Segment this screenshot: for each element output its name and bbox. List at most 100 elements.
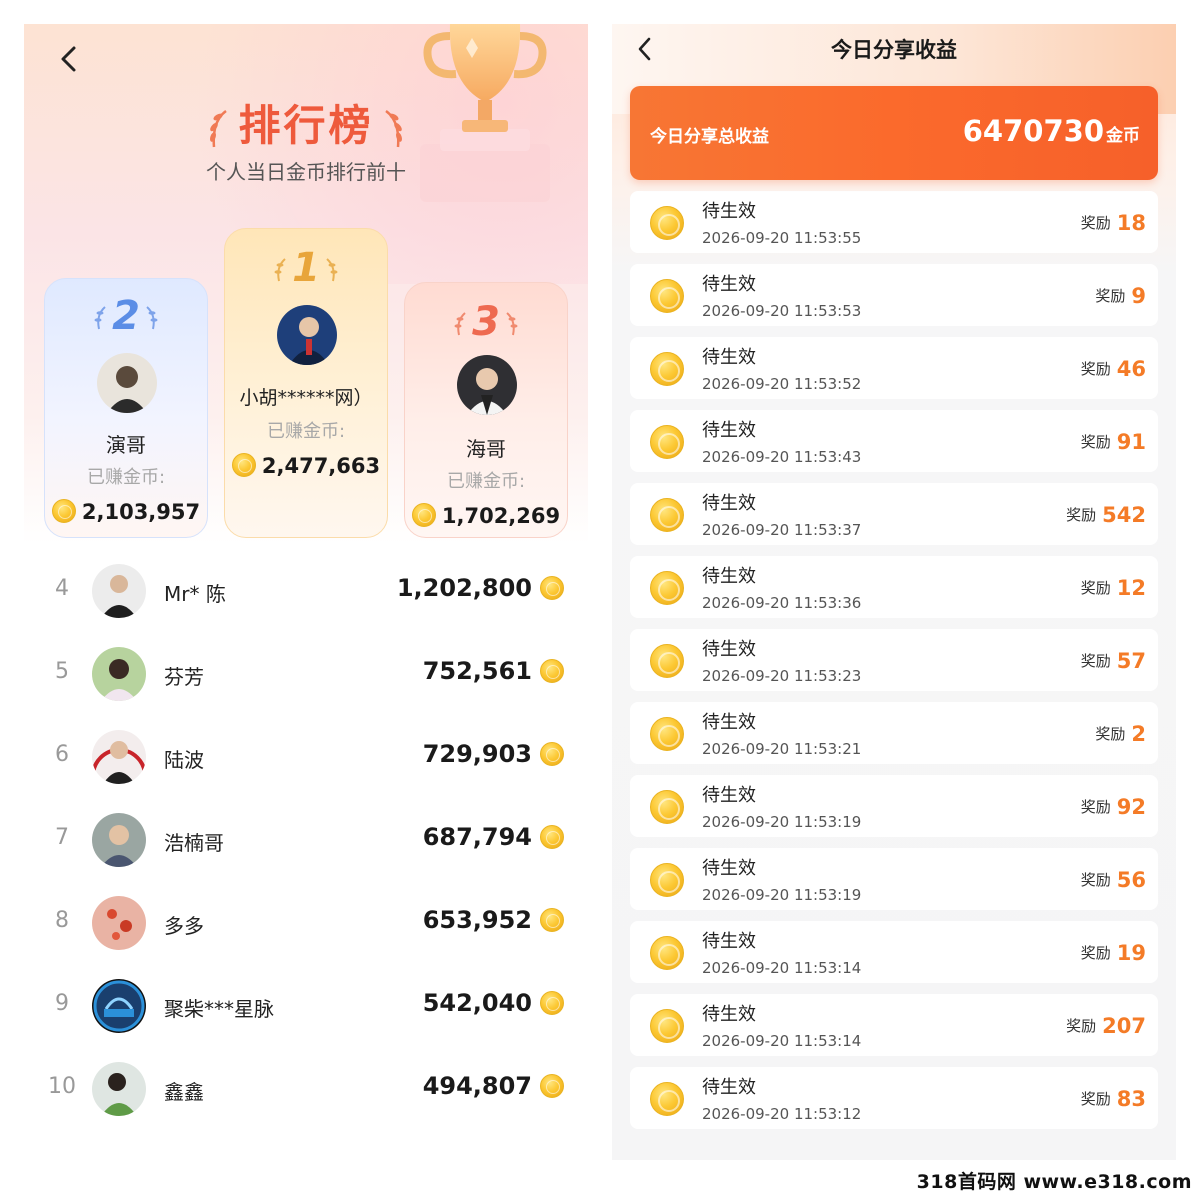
- reward-label: 奖励: [1095, 287, 1126, 305]
- back-button[interactable]: [54, 42, 84, 76]
- list-item[interactable]: 4 Mr* 陈 1,202,800: [24, 550, 588, 633]
- user-name: 芬芳: [164, 665, 204, 689]
- reward-value: 9: [1131, 284, 1146, 308]
- earning-record[interactable]: 待生效 2026-09-20 11:53:14 奖励 207: [630, 994, 1158, 1056]
- reward-label: 奖励: [1080, 360, 1111, 378]
- user-name: 鑫鑫: [164, 1080, 204, 1104]
- avatar: [92, 647, 146, 701]
- podium-earned-label: 已赚金币:: [266, 421, 346, 442]
- podium-rank-badge: 1: [225, 245, 387, 291]
- podium-earned-label: 已赚金币:: [86, 467, 166, 488]
- coin-amount: 542,040: [423, 989, 564, 1017]
- avatar: [277, 305, 337, 365]
- earning-record[interactable]: 待生效 2026-09-20 11:53:12 奖励 83: [630, 1067, 1158, 1129]
- list-item[interactable]: 6 陆波 729,903: [24, 716, 588, 799]
- podium-rank-badge: 2: [45, 293, 207, 339]
- earning-record[interactable]: 待生效 2026-09-20 11:53:36 奖励 12: [630, 556, 1158, 618]
- laurel-icon: [384, 109, 402, 147]
- gold-coin-icon: [650, 1082, 684, 1116]
- earning-record[interactable]: 待生效 2026-09-20 11:53:43 奖励 91: [630, 410, 1158, 472]
- record-time: 2026-09-20 11:53:21: [702, 740, 862, 758]
- list-item[interactable]: 10 鑫鑫 494,807: [24, 1048, 588, 1131]
- podium-third[interactable]: 3 海哥 已赚金币: 1,702,269: [404, 282, 568, 538]
- gold-coin-icon: [650, 352, 684, 386]
- reward-value: 92: [1116, 795, 1146, 819]
- list-item[interactable]: 5 芬芳 752,561: [24, 633, 588, 716]
- record-reward: 奖励 542: [1066, 503, 1146, 527]
- total-earnings-label: 今日分享总收益: [650, 127, 769, 147]
- reward-value: 12: [1116, 576, 1146, 600]
- record-status: 待生效: [702, 347, 756, 368]
- chevron-left-icon: [61, 46, 76, 72]
- gold-coin-icon: [540, 1074, 564, 1098]
- podium-second[interactable]: 2 演哥 已赚金币: 2,103,957: [44, 278, 208, 538]
- record-time: 2026-09-20 11:53:12: [702, 1105, 862, 1123]
- earning-record[interactable]: 待生效 2026-09-20 11:53:19 奖励 56: [630, 848, 1158, 910]
- earning-record[interactable]: 待生效 2026-09-20 11:53:53 奖励 9: [630, 264, 1158, 326]
- record-reward: 奖励 83: [1081, 1087, 1146, 1111]
- laurel-icon: [146, 306, 158, 330]
- reward-label: 奖励: [1080, 433, 1111, 451]
- avatar: [92, 979, 146, 1033]
- coin-amount: 752,561: [423, 657, 564, 685]
- earning-record[interactable]: 待生效 2026-09-20 11:53:19 奖励 92: [630, 775, 1158, 837]
- leaderboard-screen: 排行榜 个人当日金币排行前十 2 演哥 已赚金币: 2,103,957 1 小胡…: [24, 24, 588, 1160]
- user-name: 浩楠哥: [164, 831, 224, 855]
- podium-earned-label: 已赚金币:: [446, 471, 526, 492]
- earning-record[interactable]: 待生效 2026-09-20 11:53:21 奖励 2: [630, 702, 1158, 764]
- record-time: 2026-09-20 11:53:52: [702, 375, 862, 393]
- reward-label: 奖励: [1080, 214, 1111, 232]
- coin-amount: 729,903: [423, 740, 564, 768]
- gold-coin-icon: [650, 790, 684, 824]
- record-reward: 奖励 46: [1081, 357, 1146, 381]
- gold-coin-icon: [650, 206, 684, 240]
- watermark: 318首码网 www.e318.com: [916, 1171, 1192, 1193]
- reward-value: 83: [1116, 1087, 1146, 1111]
- total-earnings-value: 6470730 金币: [962, 114, 1140, 148]
- reward-label: 奖励: [1080, 652, 1111, 670]
- back-button[interactable]: [632, 34, 658, 64]
- earning-record[interactable]: 待生效 2026-09-20 11:53:23 奖励 57: [630, 629, 1158, 691]
- record-status: 待生效: [702, 858, 756, 879]
- record-status: 待生效: [702, 1004, 756, 1025]
- gold-coin-icon: [650, 863, 684, 897]
- record-status: 待生效: [702, 1077, 756, 1098]
- reward-label: 奖励: [1080, 579, 1111, 597]
- laurel-icon: [210, 109, 228, 147]
- laurel-icon: [326, 258, 338, 282]
- list-item[interactable]: 8 多多 653,952: [24, 882, 588, 965]
- reward-label: 奖励: [1080, 1090, 1111, 1108]
- reward-value: 542: [1102, 503, 1146, 527]
- record-reward: 奖励 57: [1081, 649, 1146, 673]
- rank-number: 6: [55, 742, 69, 767]
- user-name: 陆波: [164, 748, 204, 772]
- record-status: 待生效: [702, 274, 756, 295]
- reward-value: 207: [1102, 1014, 1146, 1038]
- record-status: 待生效: [702, 420, 756, 441]
- list-item[interactable]: 7 浩楠哥 687,794: [24, 799, 588, 882]
- podium-first[interactable]: 1 小胡******网） 已赚金币: 2,477,663: [224, 228, 388, 538]
- earning-record[interactable]: 待生效 2026-09-20 11:53:14 奖励 19: [630, 921, 1158, 983]
- laurel-icon: [94, 306, 106, 330]
- rank-number: 7: [55, 825, 69, 850]
- podium-name: 演哥: [106, 433, 146, 457]
- list-item[interactable]: 9 聚柴***星脉 542,040: [24, 965, 588, 1048]
- earning-record[interactable]: 待生效 2026-09-20 11:53:52 奖励 46: [630, 337, 1158, 399]
- gold-coin-icon: [540, 742, 564, 766]
- record-reward: 奖励 91: [1081, 430, 1146, 454]
- avatar: [92, 564, 146, 618]
- avatar: [92, 730, 146, 784]
- rank-number: 8: [55, 908, 69, 933]
- record-time: 2026-09-20 11:53:43: [702, 448, 862, 466]
- podium-amount: 2,103,957: [45, 499, 207, 524]
- record-time: 2026-09-20 11:53:55: [702, 229, 862, 247]
- rank-number: 10: [48, 1074, 76, 1099]
- avatar: [92, 1062, 146, 1116]
- reward-value: 2: [1131, 722, 1146, 746]
- record-time: 2026-09-20 11:53:14: [702, 959, 862, 977]
- rank-number: 9: [55, 991, 69, 1016]
- podium-rank-badge: 3: [405, 299, 567, 345]
- earning-record[interactable]: 待生效 2026-09-20 11:53:37 奖励 542: [630, 483, 1158, 545]
- earning-record[interactable]: 待生效 2026-09-20 11:53:55 奖励 18: [630, 191, 1158, 253]
- record-time: 2026-09-20 11:53:37: [702, 521, 862, 539]
